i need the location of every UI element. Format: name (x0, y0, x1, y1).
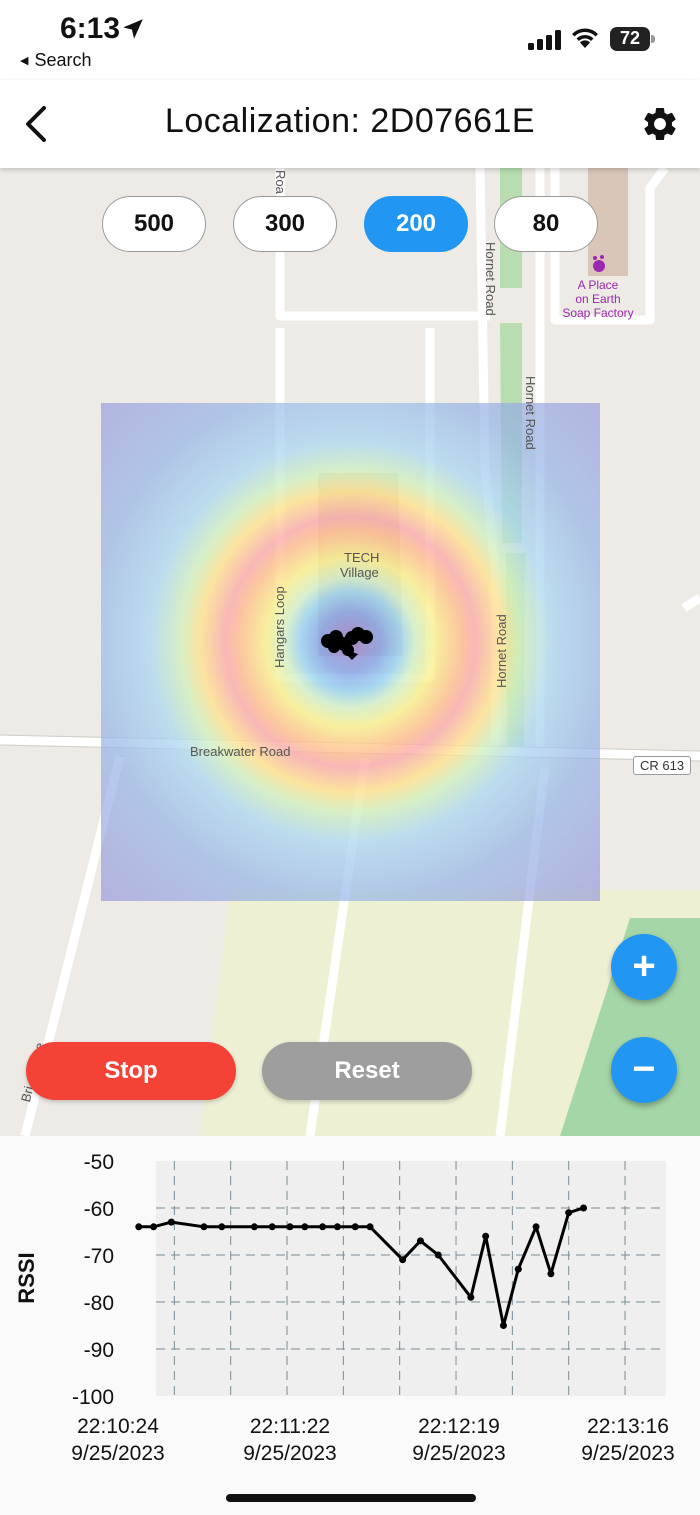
poi-icon (593, 255, 605, 272)
rssi-data-point (135, 1223, 143, 1231)
poi-line: on Earth (575, 292, 621, 306)
x-tick-time-label: 22:13:16 (587, 1415, 669, 1438)
range-80-button[interactable]: 80 (494, 196, 598, 252)
rssi-data-point (366, 1223, 374, 1231)
map-label-breakwater-road: Breakwater Road (190, 744, 291, 759)
map-label-roa: Roa (273, 170, 288, 194)
rssi-data-point (301, 1223, 309, 1231)
stop-button[interactable]: Stop (26, 1042, 236, 1100)
rssi-data-point (547, 1270, 555, 1278)
x-tick-date-label: 9/25/2023 (412, 1442, 505, 1465)
range-500-button[interactable]: 500 (102, 196, 206, 252)
page-title: Localization: 2D07661E (164, 102, 536, 140)
home-indicator[interactable] (226, 1494, 476, 1502)
y-tick-label: -50 (84, 1151, 114, 1174)
battery-tip (651, 35, 655, 43)
y-tick-label: -60 (84, 1198, 114, 1221)
map-label-hangars-loop: Hangars Loop (272, 586, 287, 668)
back-to-search-link[interactable]: ◀ Search (20, 50, 92, 71)
battery-percent: 72 (619, 28, 641, 48)
cellular-signal-icon (528, 30, 561, 50)
map-label-hornet-road: Hornet Road (483, 242, 498, 316)
rssi-data-point (200, 1223, 208, 1231)
status-bar: 6:13 ◀ Search 72 (0, 0, 700, 80)
back-triangle-icon: ◀ (20, 55, 29, 67)
x-tick-date-label: 9/25/2023 (243, 1442, 336, 1465)
rssi-data-point (532, 1223, 540, 1231)
y-axis-label: RSSI (14, 1252, 39, 1303)
map-label-village: Village (340, 565, 379, 580)
x-tick-date-label: 9/25/2023 (581, 1442, 674, 1465)
gear-icon[interactable] (640, 104, 680, 144)
x-tick-time-label: 22:10:24 (77, 1415, 159, 1438)
rssi-data-point (499, 1322, 507, 1329)
map-label-hornet-road: Hornet Road (494, 614, 509, 688)
location-arrow-icon (123, 19, 143, 39)
rssi-data-point (434, 1251, 442, 1259)
wifi-icon (572, 28, 598, 48)
rssi-data-point (250, 1223, 258, 1231)
x-tick-time-label: 22:12:19 (418, 1415, 500, 1438)
x-tick-date-label: 9/25/2023 (71, 1442, 164, 1465)
back-search-label: Search (34, 50, 92, 70)
y-tick-label: -100 (72, 1386, 114, 1409)
range-200-button[interactable]: 200 (364, 196, 468, 252)
plot-area (156, 1161, 666, 1396)
map-label-tech: TECH (344, 550, 380, 565)
zoom-in-button[interactable]: + (611, 934, 677, 1000)
rssi-data-point (416, 1237, 424, 1245)
poi-label: A Place on Earth Soap Factory (556, 278, 640, 320)
y-tick-label: -80 (84, 1292, 114, 1315)
battery-icon: 72 (610, 27, 656, 51)
reset-button[interactable]: Reset (262, 1042, 472, 1100)
zoom-out-button[interactable]: − (611, 1037, 677, 1103)
rssi-data-point (167, 1218, 175, 1226)
map-label-hornet-road: Hornet Road (523, 376, 538, 450)
rssi-data-point (580, 1204, 588, 1212)
map-view[interactable]: 500 300 200 80 Roa Hornet Road Hornet Ro… (0, 168, 700, 1136)
range-300-button[interactable]: 300 (233, 196, 337, 252)
status-time: 6:13 (60, 12, 121, 45)
y-tick-label: -70 (84, 1245, 114, 1268)
rssi-data-point (565, 1209, 573, 1217)
rssi-data-point (268, 1223, 276, 1231)
rssi-data-point (218, 1223, 226, 1231)
y-tick-label: -90 (84, 1339, 114, 1362)
rssi-data-point (467, 1293, 475, 1301)
poi-line: A Place (577, 278, 619, 292)
rssi-data-point (286, 1223, 294, 1231)
rssi-chart: -50 -60 -70 -80 -90 -100 RSSI 22:10:24 9/25/2023… (0, 1136, 700, 1515)
rssi-data-point (514, 1265, 522, 1273)
rssi-chart-svg: -50 -60 -70 -80 -90 -100 RSSI 22:10:24 9/25/2023… (14, 1151, 675, 1465)
rssi-data-point (482, 1232, 490, 1240)
rssi-data-point (319, 1223, 327, 1231)
rssi-data-point (351, 1223, 359, 1231)
rssi-data-point (150, 1223, 158, 1231)
x-tick-time-label: 22:11:22 (250, 1415, 330, 1438)
nav-header: Localization: 2D07661E (0, 80, 700, 168)
poi-line: Soap Factory (562, 306, 634, 320)
rssi-data-point (333, 1223, 341, 1231)
road-badge-cr613: CR 613 (633, 756, 692, 775)
rssi-data-point (399, 1256, 407, 1264)
